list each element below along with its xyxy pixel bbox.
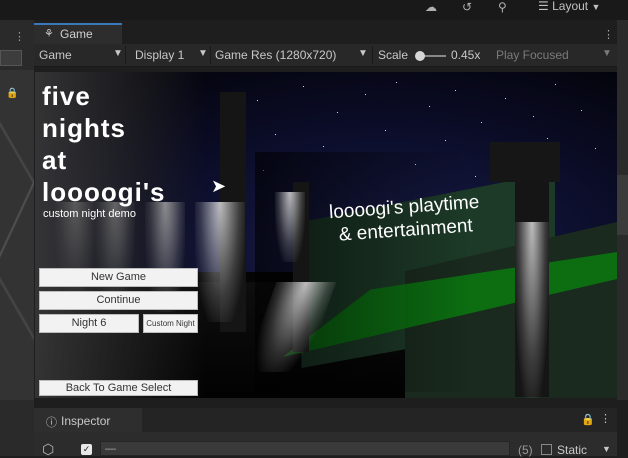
lock-icon[interactable]: 🔒 — [6, 88, 18, 99]
more-options-icon[interactable]: ⋮ — [14, 30, 25, 43]
view-select[interactable]: Game — [39, 48, 72, 62]
chevron-down-icon: ▼ — [198, 48, 208, 59]
toolbar-divider — [210, 46, 211, 64]
chevron-down-icon[interactable]: ▼ — [602, 444, 611, 454]
object-name-field[interactable]: — — [100, 441, 510, 456]
gamepad-icon: ⚘ — [44, 28, 54, 40]
side-panel-section — [617, 175, 628, 235]
info-icon: ⓘ — [46, 417, 57, 429]
scene-dropdown[interactable] — [0, 50, 22, 66]
gameobject-cube-icon: ⬡ — [42, 441, 55, 457]
play-mode-select[interactable]: Play Focused — [496, 48, 569, 62]
lamp-head — [490, 142, 560, 182]
tab-inspector-label: Inspector — [61, 414, 111, 428]
toolbar-divider — [372, 46, 373, 64]
game-subtitle: custom night demo — [43, 208, 136, 220]
toolbar-divider — [125, 46, 126, 64]
chevron-down-icon: ▼ — [113, 48, 123, 59]
display-select[interactable]: Display 1 — [135, 48, 184, 62]
game-title: five nights at loooogi's — [42, 81, 166, 207]
chevron-down-icon: ▼ — [602, 48, 612, 59]
light-beam — [275, 192, 305, 262]
scale-label: Scale — [378, 48, 409, 62]
game-viewport[interactable]: five nights at loooogi's custom night de… — [35, 72, 617, 398]
tab-menu-icon[interactable]: ⋮ — [603, 28, 614, 41]
scale-value: 0.45x — [451, 48, 481, 62]
new-game-button[interactable]: New Game — [39, 268, 198, 287]
cloud-icon[interactable]: ☁ — [425, 0, 437, 14]
lock-icon[interactable]: 🔒 — [581, 413, 595, 426]
more-options-icon[interactable]: ⋮ — [600, 412, 611, 425]
chevron-down-icon: ▼ — [591, 2, 601, 12]
scale-slider-handle[interactable] — [415, 51, 425, 61]
layout-dropdown[interactable]: ☰ Layout ▼ — [538, 0, 600, 13]
night-select-button[interactable]: Night 6 — [39, 314, 139, 333]
back-to-game-select-button[interactable]: Back To Game Select — [39, 380, 198, 396]
mouse-cursor-icon: ➤ — [211, 176, 227, 196]
chevron-down-icon: ▼ — [358, 48, 368, 59]
continue-button[interactable]: Continue — [39, 291, 198, 310]
static-checkbox[interactable] — [541, 444, 552, 455]
custom-night-button[interactable]: Custom Night — [143, 314, 198, 333]
editor-top-bar — [0, 0, 628, 20]
search-icon[interactable]: ⚲ — [498, 0, 507, 14]
history-icon[interactable]: ↺ — [462, 0, 472, 14]
light-beam — [515, 222, 549, 398]
selection-count: (5) — [518, 443, 533, 457]
active-checkbox[interactable]: ✓ — [81, 444, 92, 455]
scene-view-grid[interactable] — [0, 70, 34, 400]
tab-game-label: Game — [60, 27, 93, 41]
layout-label: Layout — [552, 0, 589, 13]
static-label: Static — [557, 443, 588, 457]
resolution-select[interactable]: Game Res (1280x720) — [215, 48, 336, 62]
layers-icon: ☰ — [538, 0, 549, 13]
